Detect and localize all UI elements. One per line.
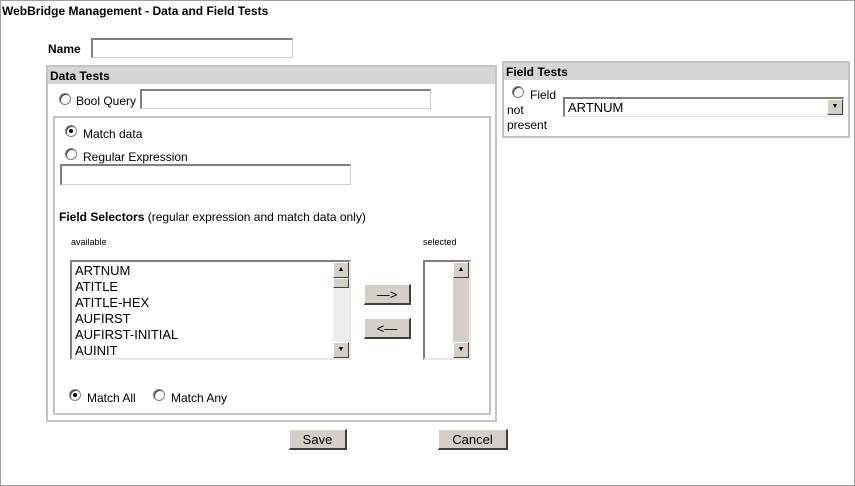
scroll-thumb[interactable]: [333, 278, 349, 288]
available-fields-listbox[interactable]: ARTNUM ATITLE ATITLE-HEX AUFIRST AUFIRST…: [70, 260, 351, 360]
list-item[interactable]: ATITLE-HEX: [75, 295, 178, 311]
available-scrollbar[interactable]: ▲ ▼: [333, 262, 349, 358]
data-tests-heading: Data Tests: [48, 67, 495, 84]
field-selectors-note: (regular expression and match data only): [147, 210, 366, 224]
regular-expression-input[interactable]: [60, 164, 351, 185]
list-item[interactable]: AUINIT: [75, 343, 178, 358]
available-fields-list: ARTNUM ATITLE ATITLE-HEX AUFIRST AUFIRST…: [75, 263, 178, 358]
bool-query-label: Bool Query: [76, 94, 137, 108]
chevron-down-icon[interactable]: ▼: [827, 99, 843, 115]
match-all-radio[interactable]: [69, 389, 81, 401]
selected-label: selected: [423, 237, 457, 247]
cancel-button[interactable]: Cancel: [438, 429, 508, 450]
field-not-present-label-line1: Field: [530, 88, 557, 102]
field-not-present-label-line3: present: [507, 118, 548, 132]
save-button[interactable]: Save: [289, 429, 347, 450]
selected-fields-listbox[interactable]: ▲ ▼: [423, 260, 471, 360]
selected-scrollbar[interactable]: ▲ ▼: [453, 262, 469, 358]
bool-query-input[interactable]: [140, 89, 431, 109]
add-field-button[interactable]: —>: [364, 284, 411, 305]
regular-expression-radio[interactable]: [65, 148, 77, 160]
bool-query-radio[interactable]: [59, 93, 71, 105]
available-label: available: [71, 237, 107, 247]
page-title: WebBridge Management - Data and Field Te…: [2, 4, 269, 18]
scroll-down-icon[interactable]: ▼: [453, 342, 469, 358]
match-data-radio[interactable]: [65, 125, 77, 137]
scroll-up-icon[interactable]: ▲: [333, 262, 349, 278]
match-all-label: Match All: [87, 391, 136, 405]
name-label: Name: [48, 42, 81, 56]
regular-expression-label: Regular Expression: [83, 150, 188, 164]
field-select-value: ARTNUM: [568, 100, 624, 115]
field-selectors-title: Field Selectors: [59, 210, 145, 224]
match-data-label: Match data: [83, 127, 143, 141]
list-item[interactable]: ATITLE: [75, 279, 178, 295]
match-any-label: Match Any: [171, 391, 228, 405]
scroll-up-icon[interactable]: ▲: [453, 262, 469, 278]
field-not-present-label-line2: not: [507, 103, 524, 117]
name-input[interactable]: [91, 38, 293, 58]
match-any-radio[interactable]: [153, 389, 165, 401]
field-not-present-label: Field not present: [507, 88, 556, 133]
remove-field-button[interactable]: <—: [364, 318, 411, 339]
list-item[interactable]: AUFIRST: [75, 311, 178, 327]
field-tests-heading: Field Tests: [504, 63, 848, 80]
list-item[interactable]: ARTNUM: [75, 263, 178, 279]
scroll-down-icon[interactable]: ▼: [333, 342, 349, 358]
field-selectors-heading: Field Selectors (regular expression and …: [59, 210, 366, 224]
list-item[interactable]: AUFIRST-INITIAL: [75, 327, 178, 343]
field-select[interactable]: ARTNUM ▼: [563, 97, 844, 117]
